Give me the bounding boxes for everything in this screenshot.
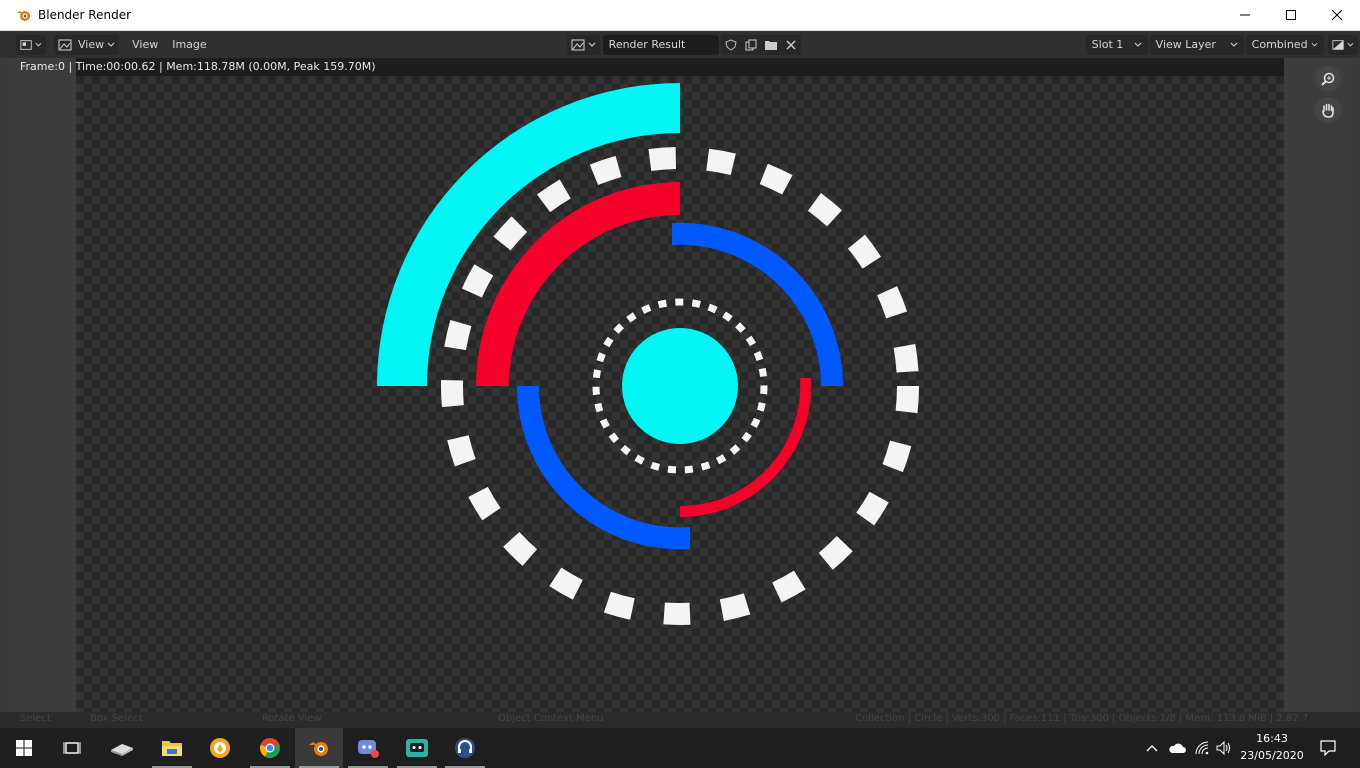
image-icon (571, 39, 585, 50)
chevron-up-icon (1146, 745, 1158, 752)
image-editor-icon (20, 39, 32, 50)
folder-icon (764, 40, 777, 50)
chevron-down-icon (35, 42, 42, 46)
right-region-edge (1352, 58, 1360, 722)
render-pass-dropdown[interactable]: Combined (1245, 34, 1324, 55)
new-image-button[interactable] (741, 39, 761, 51)
status-hint-context-menu: Object Context Menu (498, 713, 604, 724)
speaker-icon (1216, 741, 1230, 755)
unlink-image-button[interactable] (781, 40, 801, 50)
edge-like-icon (111, 744, 133, 756)
status-hint-select: Select (20, 713, 51, 724)
viewport-background-right (1284, 58, 1352, 722)
blender-logo-icon (17, 11, 30, 21)
status-hint-rotate-view: Rotate View (262, 713, 322, 724)
fake-user-button[interactable] (721, 38, 741, 51)
image-menu[interactable]: Image (165, 35, 213, 55)
chat-app-icon (406, 739, 428, 757)
image-name-label: Render Result (608, 38, 686, 51)
viewport-background-left (8, 58, 76, 722)
start-button[interactable] (0, 728, 48, 768)
minimize-icon (1240, 14, 1250, 16)
pan-view-button[interactable] (1315, 97, 1341, 123)
taskbar-app-edge-like[interactable] (98, 728, 146, 768)
browse-image-button[interactable] (566, 34, 600, 55)
image-icon (58, 39, 72, 50)
taskbar-app-file-explorer[interactable] (148, 728, 196, 768)
status-hint-box-select: Box Select (90, 713, 143, 724)
display-channels-button[interactable] (1327, 34, 1358, 55)
status-bar: Select Box Select Rotate View Object Con… (0, 712, 1360, 728)
windows-taskbar (0, 728, 1360, 768)
taskbar-app-headset[interactable] (441, 728, 489, 768)
wifi-icon (1195, 741, 1209, 755)
chevron-down-icon (588, 42, 596, 47)
chevron-down-icon (1230, 42, 1238, 47)
show-hidden-icons-button[interactable] (1140, 728, 1164, 768)
view-menu[interactable]: View (125, 35, 165, 55)
network-tray-button[interactable] (1190, 728, 1214, 768)
hand-icon (1322, 103, 1334, 118)
left-region-edge (0, 58, 8, 722)
clock-date: 23/05/2020 (1240, 749, 1304, 762)
status-scene-stats: Collection | Circle | Verts:300 | Faces:… (855, 713, 1309, 724)
chevron-down-icon (1134, 42, 1142, 47)
task-view-button[interactable] (48, 728, 96, 768)
render-result-image[interactable] (76, 76, 1284, 720)
chevron-down-icon (1347, 42, 1354, 46)
onedrive-tray-button[interactable] (1164, 728, 1190, 768)
task-view-icon (63, 742, 81, 754)
view-mode-label: View (78, 38, 105, 51)
blender-icon (309, 742, 328, 756)
brave-icon (210, 738, 230, 758)
taskbar-app-chrome[interactable] (246, 728, 294, 768)
zoom-view-button[interactable] (1315, 66, 1341, 92)
notifications-button[interactable] (1304, 728, 1352, 768)
shield-icon (725, 38, 737, 51)
file-explorer-icon (162, 741, 182, 756)
slot-label: Slot 1 (1091, 38, 1124, 51)
taskbar-clock[interactable]: 16:43 23/05/2020 (1240, 730, 1304, 764)
cyan-center-disc (622, 328, 738, 444)
volume-tray-button[interactable] (1212, 728, 1236, 768)
view-layer-label: View Layer (1155, 38, 1216, 51)
headset-app-icon (455, 738, 475, 758)
image-name-field[interactable]: Render Result (602, 34, 719, 55)
render-pass-label: Combined (1251, 38, 1308, 51)
window-title: Blender Render (38, 8, 132, 22)
cloud-icon (1169, 743, 1186, 753)
start-icon (16, 740, 32, 756)
clock-time: 16:43 (1256, 732, 1288, 745)
taskbar-app-chat[interactable] (393, 728, 441, 768)
image-editor-header: View View Image Render Result Slot 1 Vie… (0, 31, 1360, 58)
view-mode-dropdown[interactable]: View (54, 34, 120, 55)
chevron-down-icon (107, 42, 115, 47)
editor-type-button[interactable] (16, 34, 46, 55)
taskbar-app-discord[interactable] (344, 728, 392, 768)
notification-icon (1320, 740, 1336, 756)
window-titlebar: Blender Render (0, 0, 1360, 31)
discord-icon (358, 740, 379, 758)
zoom-icon (1321, 72, 1335, 86)
close-icon (786, 40, 796, 49)
color-alpha-icon (1332, 39, 1344, 50)
chrome-icon (260, 738, 280, 758)
chevron-down-icon (1311, 42, 1318, 47)
close-window-button[interactable] (1314, 0, 1360, 30)
render-canvas (377, 83, 919, 625)
taskbar-app-brave[interactable] (196, 728, 244, 768)
close-icon (1332, 10, 1342, 20)
taskbar-app-blender[interactable] (295, 728, 343, 768)
minimize-button[interactable] (1222, 0, 1268, 30)
cyan-outer-arc (377, 83, 680, 386)
maximize-button[interactable] (1268, 0, 1314, 30)
slot-dropdown[interactable]: Slot 1 (1085, 34, 1148, 55)
duplicate-icon (745, 39, 757, 50)
render-info-text: Frame:0 | Time:00:00.62 | Mem:118.78M (0… (20, 60, 376, 73)
open-image-button[interactable] (761, 39, 781, 51)
maximize-icon (1286, 10, 1296, 20)
view-layer-dropdown[interactable]: View Layer (1149, 34, 1244, 55)
